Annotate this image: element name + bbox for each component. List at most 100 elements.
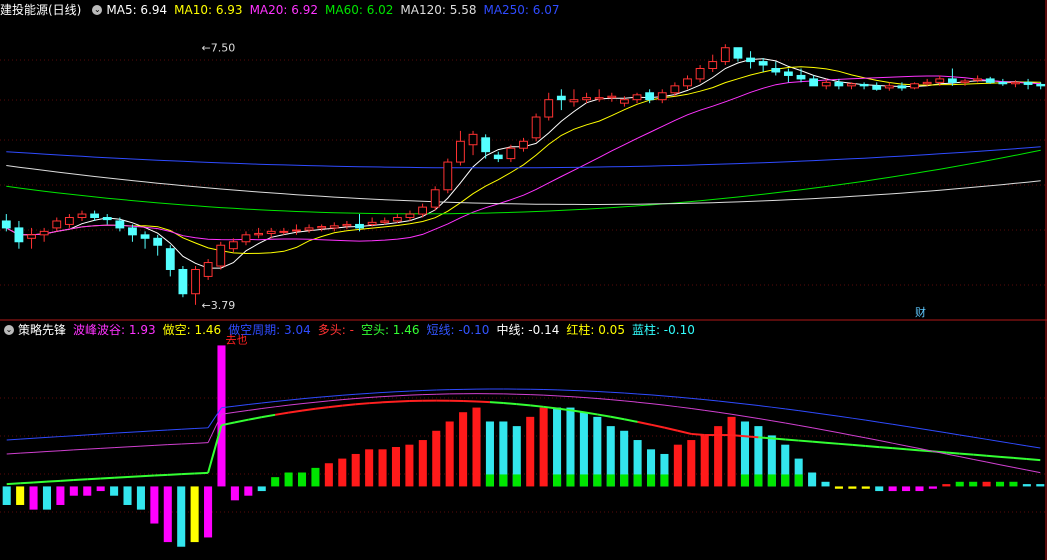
candle-body <box>519 140 528 149</box>
candle-body <box>771 68 781 73</box>
candle-body <box>355 223 364 229</box>
line-trend <box>234 418 249 424</box>
candle-body <box>506 147 516 160</box>
line-period <box>637 393 652 396</box>
candle-body <box>292 229 301 232</box>
line-envelope <box>127 445 141 448</box>
line-trend <box>288 409 303 414</box>
line-period <box>261 400 276 404</box>
line-period <box>114 431 128 434</box>
line-period <box>46 436 61 438</box>
histogram-bar <box>136 486 145 510</box>
histogram-bar <box>405 444 414 487</box>
candle-body <box>733 47 743 59</box>
line-period <box>691 397 705 401</box>
line-envelope <box>181 442 195 445</box>
histogram-bar <box>163 486 172 543</box>
histogram-bar <box>311 467 320 487</box>
histogram-bar <box>808 472 817 487</box>
line-trend <box>248 416 262 421</box>
line-envelope <box>650 403 665 406</box>
candle-body <box>178 268 188 295</box>
candle-body <box>430 189 440 208</box>
line-trend <box>100 476 115 480</box>
line-period <box>865 419 880 423</box>
histogram-bar <box>351 453 360 487</box>
line-envelope <box>6 452 21 455</box>
candle-body <box>758 61 768 66</box>
line-envelope <box>543 394 558 397</box>
histogram-bar <box>217 345 226 487</box>
line-trend <box>154 473 168 477</box>
candle-body <box>985 78 995 83</box>
line-period <box>879 421 893 425</box>
histogram-bar <box>365 449 374 487</box>
line-envelope <box>328 399 343 402</box>
histogram-bar <box>848 486 857 489</box>
line-period <box>395 390 410 393</box>
line-trend <box>530 404 544 408</box>
line-trend <box>610 415 625 421</box>
candle-body <box>342 223 352 227</box>
line-period <box>583 390 598 393</box>
line-envelope <box>114 446 128 449</box>
candle-body <box>165 248 175 270</box>
line-trend <box>812 440 826 444</box>
line-period <box>758 405 772 408</box>
histogram-base <box>593 474 602 487</box>
line-envelope <box>825 429 840 434</box>
line-trend <box>677 429 692 435</box>
histogram-bar <box>1009 481 1018 487</box>
line-period <box>194 427 209 430</box>
candle-body <box>1023 81 1033 85</box>
line-trend <box>892 447 907 451</box>
candle-body <box>556 95 566 101</box>
candle-body <box>645 92 655 101</box>
histogram-bar <box>539 407 548 487</box>
line-period <box>6 438 21 441</box>
candle-body <box>620 99 629 104</box>
line-envelope <box>301 401 316 405</box>
line-envelope <box>1013 466 1027 471</box>
line-period <box>852 417 866 421</box>
line-period <box>946 432 960 436</box>
candle-body <box>884 85 894 89</box>
line-envelope <box>744 415 759 420</box>
chart-svg: ←7.50 ←3.79 去也 <box>0 0 1047 560</box>
line-period <box>315 395 329 399</box>
line-trend <box>489 401 504 405</box>
histogram-bar <box>418 440 427 487</box>
line-trend <box>758 436 772 440</box>
line-envelope <box>973 458 987 463</box>
line-period <box>718 400 732 403</box>
line-envelope <box>1026 469 1041 474</box>
line-envelope <box>718 411 732 415</box>
histogram-bar <box>284 472 293 487</box>
histogram-bar <box>338 458 347 487</box>
line-period <box>959 434 974 438</box>
candle-body <box>392 217 402 222</box>
candle-body <box>683 78 692 87</box>
candle-body <box>14 227 24 243</box>
line-trend <box>60 479 74 482</box>
line-envelope <box>530 394 544 396</box>
line-trend <box>999 455 1014 459</box>
histogram-bar <box>472 407 481 487</box>
line-period <box>798 410 813 413</box>
line-trend <box>946 451 960 455</box>
candle-body <box>380 220 390 223</box>
histogram-bar <box>861 486 870 489</box>
histogram-bar <box>110 486 119 496</box>
candle-body <box>216 244 226 267</box>
line-trend <box>167 473 182 476</box>
candle-body <box>1036 83 1046 87</box>
histogram-bar <box>69 486 78 496</box>
line-period <box>140 430 155 433</box>
line-envelope <box>315 400 329 403</box>
candle-body <box>973 78 983 81</box>
line-trend <box>637 420 652 426</box>
price-annotation: ←7.50 <box>202 42 236 55</box>
line-envelope <box>677 406 692 410</box>
line-envelope <box>637 401 652 405</box>
line-trend <box>852 443 866 447</box>
